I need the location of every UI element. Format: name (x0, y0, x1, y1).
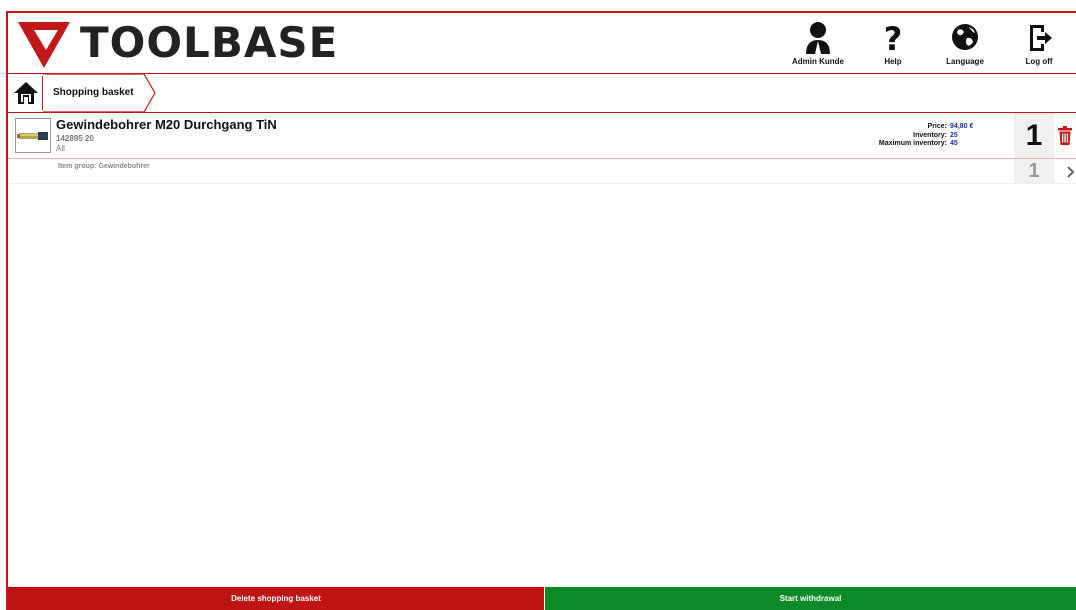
log-off-button[interactable]: Log off (1004, 21, 1074, 71)
item-thumbnail (15, 118, 51, 153)
expand-group-button[interactable] (1066, 165, 1076, 183)
item-stats: Price: 94,80 € Inventory: 25 Maximum inv… (879, 123, 984, 149)
start-withdrawal-button[interactable]: Start withdrawal (545, 587, 1076, 610)
log-off-label: Log off (1025, 57, 1053, 66)
logo-text: TOOLBASE (80, 18, 339, 67)
item-scope: All (56, 144, 65, 153)
language-label: Language (946, 57, 984, 66)
max-inventory-label: Maximum inventory: (878, 140, 947, 147)
delete-item-button[interactable] (1058, 126, 1072, 150)
admin-kunde-label: Admin Kunde (792, 57, 844, 66)
help-button[interactable]: ? Help (858, 21, 928, 71)
logout-icon (1030, 25, 1052, 51)
tap-tool-icon (17, 132, 48, 140)
item-quantity[interactable]: 1 (1014, 113, 1054, 158)
admin-kunde-button[interactable]: Admin Kunde (783, 21, 853, 71)
question-icon: ? (884, 21, 903, 55)
max-inventory-value: 45 (950, 140, 958, 147)
user-icon (806, 22, 830, 54)
delete-basket-button[interactable]: Delete shopping basket (8, 587, 544, 610)
home-icon (14, 82, 38, 104)
chevron-right-icon (1067, 166, 1075, 178)
item-number: 142895 20 (56, 134, 94, 143)
price-value: 94,80 € (950, 123, 974, 130)
globe-icon (952, 24, 978, 50)
item-title: Gewindebohrer M20 Durchgang TiN (56, 117, 277, 132)
group-quantity: 1 (1014, 159, 1054, 183)
inventory-label: Inventory: (913, 131, 947, 139)
breadcrumb-label: Shopping basket (53, 87, 134, 98)
logo-mark-icon (18, 22, 70, 68)
breadcrumb: Shopping basket (8, 74, 1076, 113)
help-label: Help (884, 57, 902, 66)
price-label: Price: (927, 123, 947, 130)
app-header: TOOLBASE Admin Kunde ? Help Language Log… (8, 13, 1076, 74)
breadcrumb-item-shopping-basket[interactable]: Shopping basket (43, 74, 158, 112)
item-group-label: Item group: Gewindebohrer (58, 163, 150, 170)
home-button[interactable] (10, 76, 43, 110)
inventory-value: 25 (950, 131, 958, 139)
language-button[interactable]: Language (930, 21, 1000, 71)
toolbase-logo: TOOLBASE (16, 16, 338, 70)
item-group-row[interactable]: Item group: Gewindebohrer 1 (8, 159, 1076, 184)
trash-icon (1058, 126, 1072, 145)
svg-text:?: ? (884, 21, 903, 55)
basket-item-row[interactable]: Gewindebohrer M20 Durchgang TiN 142895 2… (8, 113, 1076, 159)
